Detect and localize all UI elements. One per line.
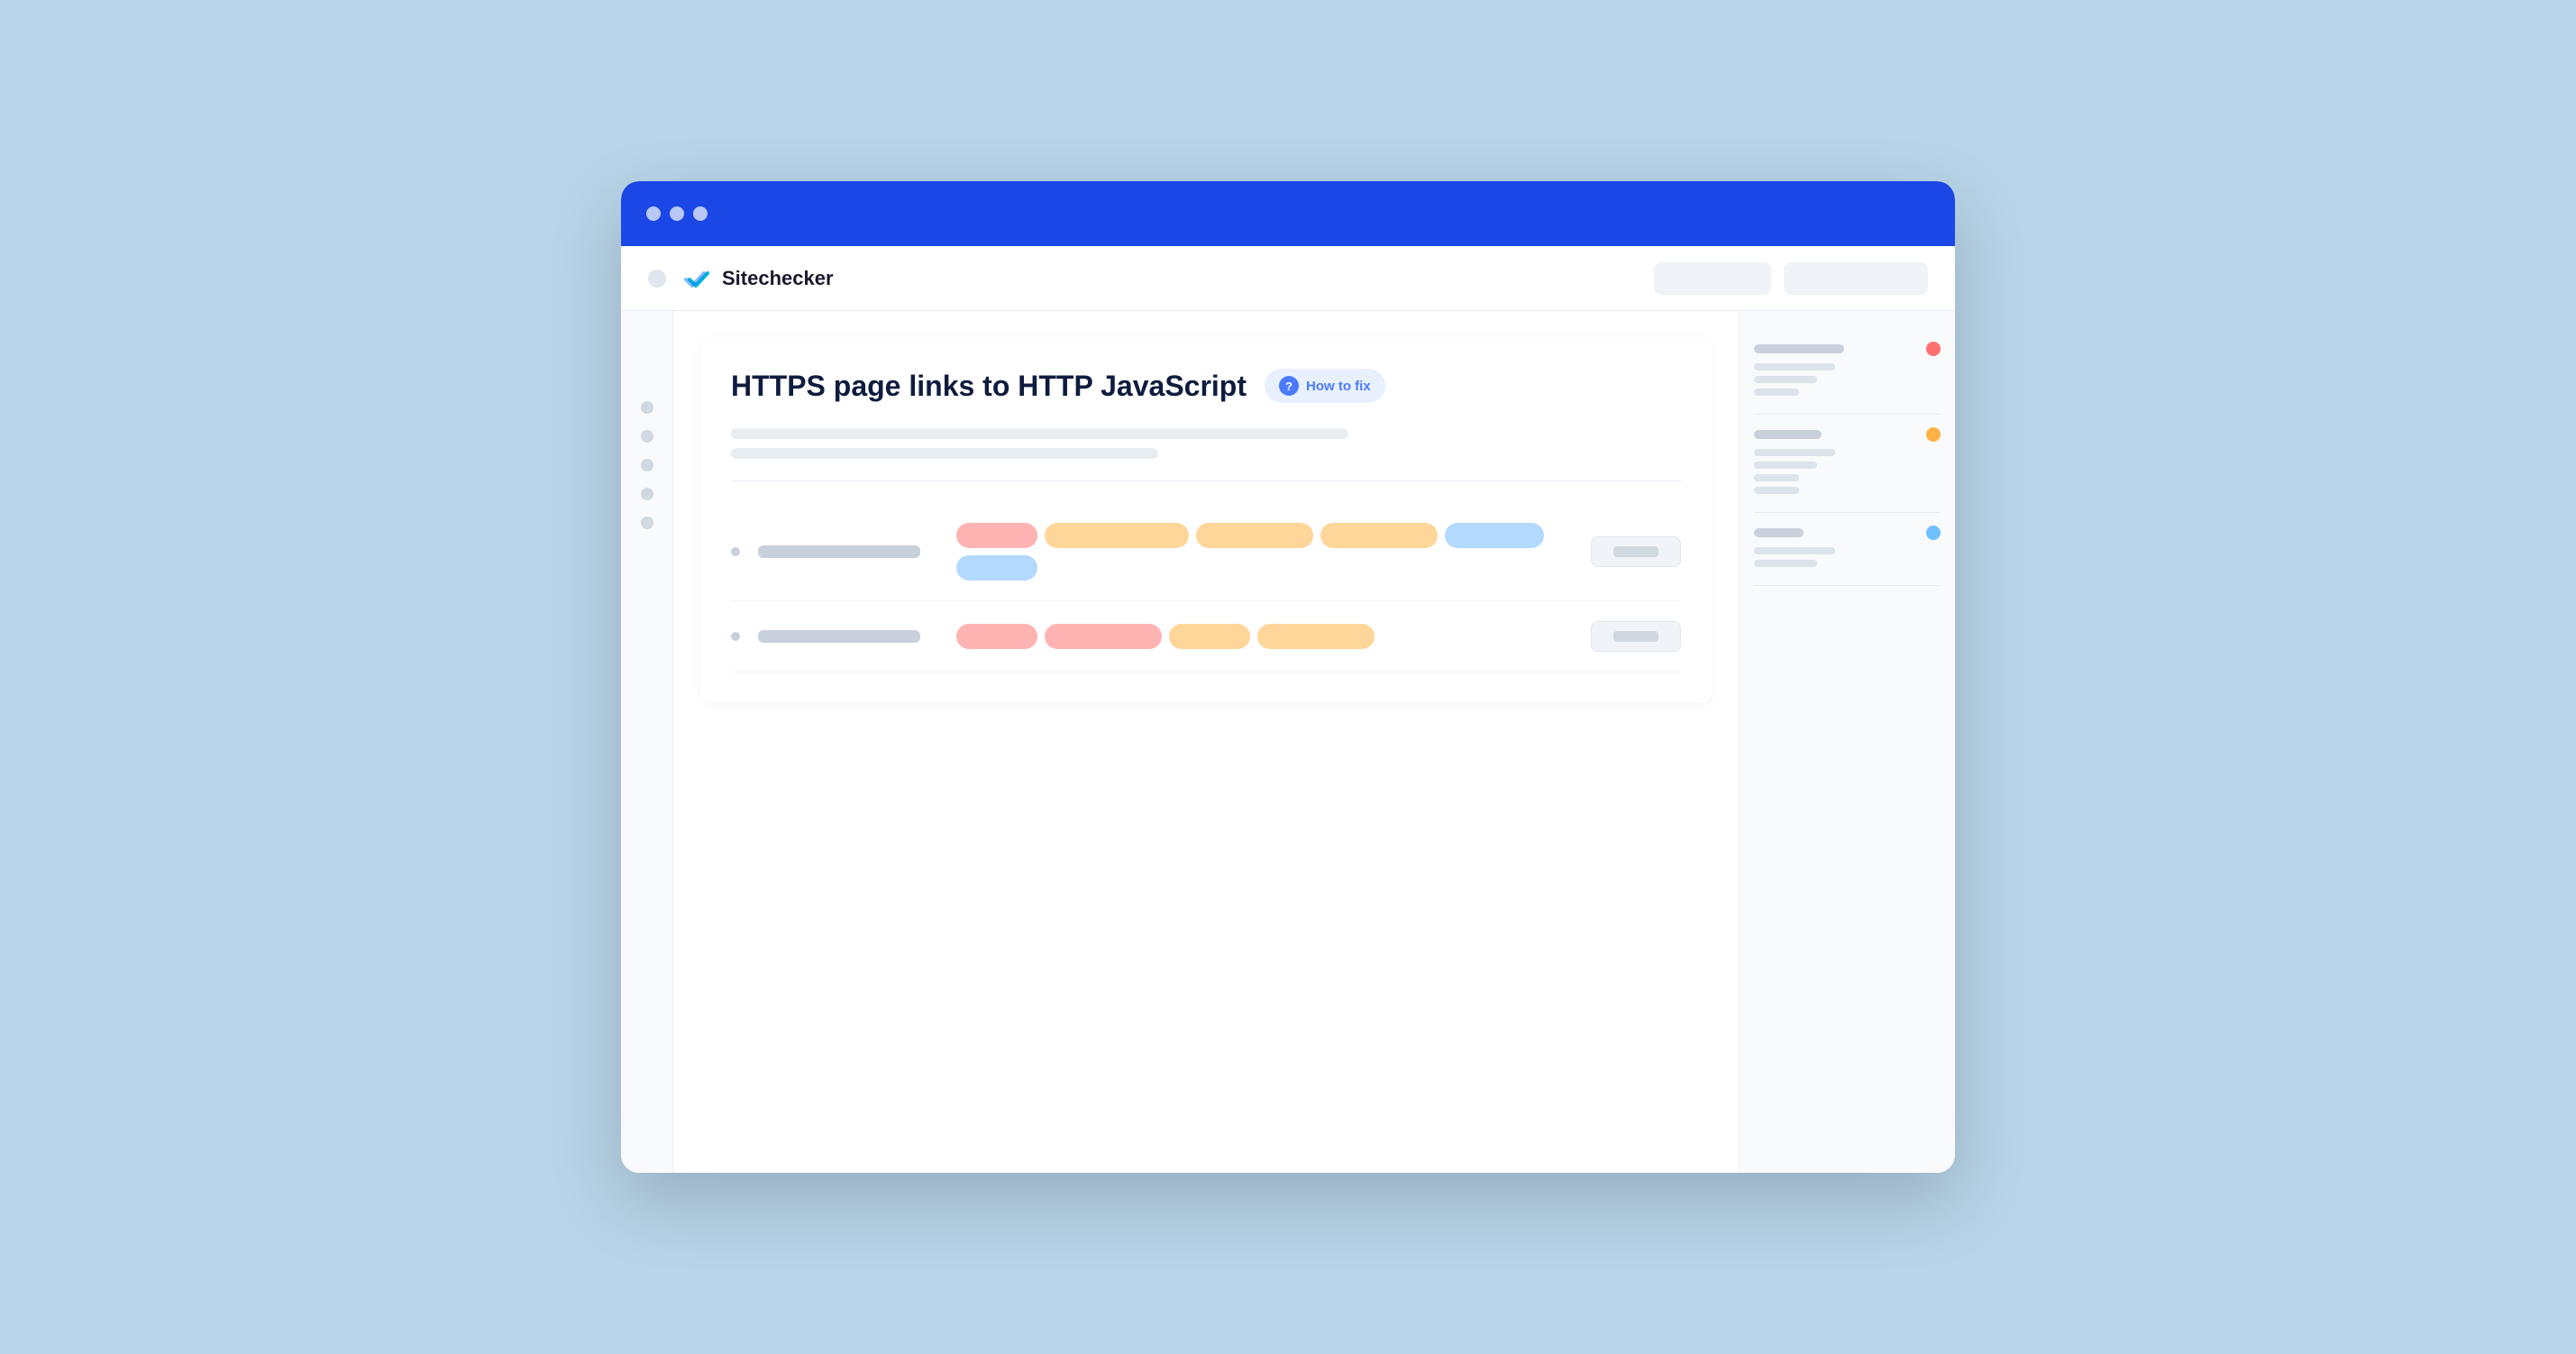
- right-sidebar: [1739, 311, 1955, 1173]
- rs-dot-blue: [1926, 526, 1941, 540]
- rs-sub-3b: [1754, 560, 1817, 567]
- rs-main-line-2: [1754, 430, 1822, 439]
- tag-pink-3: [1045, 624, 1162, 649]
- how-to-fix-text: How to fix: [1306, 379, 1371, 394]
- sidebar-nav-dot-4[interactable]: [641, 488, 653, 500]
- rs-sub-1c: [1754, 389, 1799, 396]
- row-tags-2: [956, 624, 1573, 649]
- row-action-btn-1[interactable]: [1591, 536, 1681, 567]
- rs-sub-1a: [1754, 363, 1835, 371]
- btn-inner-2: [1613, 631, 1658, 642]
- browser-dot-1: [646, 206, 661, 221]
- row-indicator-2: [731, 632, 740, 641]
- rs-sub-2c: [1754, 474, 1799, 481]
- rs-main-line-3: [1754, 528, 1804, 537]
- browser-dots: [646, 206, 708, 221]
- rs-sub-2d: [1754, 487, 1799, 494]
- main-content: HTTPS page links to HTTP JavaScript ? Ho…: [673, 311, 1739, 1173]
- browser-content: Sitechecker HTTPS page links to HTTP Jav…: [621, 246, 1955, 1173]
- section-divider-1: [731, 480, 1681, 481]
- logo-area: Sitechecker: [684, 264, 834, 293]
- nav-button-2[interactable]: [1784, 262, 1928, 295]
- tag-orange-4: [1169, 624, 1250, 649]
- rs-section-1: [1754, 329, 1941, 415]
- nav-actions: [1654, 262, 1928, 295]
- tag-orange-1: [1045, 523, 1189, 548]
- tag-pink-2: [956, 624, 1037, 649]
- sidebar-nav-dot-2[interactable]: [641, 430, 653, 443]
- description-area: [731, 428, 1681, 459]
- page-title: HTTPS page links to HTTP JavaScript: [731, 370, 1247, 403]
- sidebar-nav-dot-3[interactable]: [641, 459, 653, 471]
- browser-dot-2: [670, 206, 684, 221]
- row-text-2: [758, 630, 920, 643]
- tag-blue-1: [1445, 523, 1544, 548]
- row-indicator-1: [731, 547, 740, 556]
- browser-titlebar: [621, 181, 1955, 246]
- table-row: [731, 503, 1681, 601]
- sitechecker-logo-icon: [684, 264, 713, 293]
- row-text-1: [758, 545, 920, 558]
- sidebar-nav-dot-1[interactable]: [641, 401, 653, 414]
- rs-row-2: [1754, 427, 1941, 442]
- how-to-fix-icon: ?: [1279, 376, 1299, 396]
- table-row-2: [731, 601, 1681, 672]
- sidebar-nav-dot-5[interactable]: [641, 517, 653, 529]
- desc-line-2: [731, 448, 1158, 459]
- tag-orange-5: [1257, 624, 1375, 649]
- rs-sub-2a: [1754, 449, 1835, 456]
- tag-pink-1: [956, 523, 1037, 548]
- browser-dot-3: [693, 206, 708, 221]
- how-to-fix-badge[interactable]: ? How to fix: [1265, 369, 1385, 403]
- rs-dot-red: [1926, 342, 1941, 356]
- rs-row-1: [1754, 342, 1941, 356]
- tag-orange-3: [1320, 523, 1438, 548]
- row-action-btn-2[interactable]: [1591, 621, 1681, 652]
- nav-button-1[interactable]: [1654, 262, 1771, 295]
- desc-line-1: [731, 428, 1348, 439]
- rs-sub-3a: [1754, 547, 1835, 554]
- rs-sub-2b: [1754, 462, 1817, 469]
- rs-sub-1b: [1754, 376, 1817, 383]
- tag-blue-2: [956, 555, 1037, 581]
- nav-circle: [648, 270, 666, 288]
- rs-section-2: [1754, 415, 1941, 513]
- tag-orange-2: [1196, 523, 1313, 548]
- page-title-section: HTTPS page links to HTTP JavaScript ? Ho…: [731, 369, 1681, 403]
- top-nav: Sitechecker: [621, 246, 1955, 311]
- browser-window: Sitechecker HTTPS page links to HTTP Jav…: [621, 181, 1955, 1173]
- rs-main-line-1: [1754, 344, 1844, 353]
- btn-inner-1: [1613, 546, 1658, 557]
- row-tags-1: [956, 523, 1573, 581]
- rs-section-3: [1754, 513, 1941, 586]
- rs-dot-orange: [1926, 427, 1941, 442]
- content-card: HTTPS page links to HTTP JavaScript ? Ho…: [700, 338, 1712, 703]
- rs-row-3: [1754, 526, 1941, 540]
- left-sidebar: [621, 311, 673, 1173]
- logo-text: Sitechecker: [722, 267, 834, 290]
